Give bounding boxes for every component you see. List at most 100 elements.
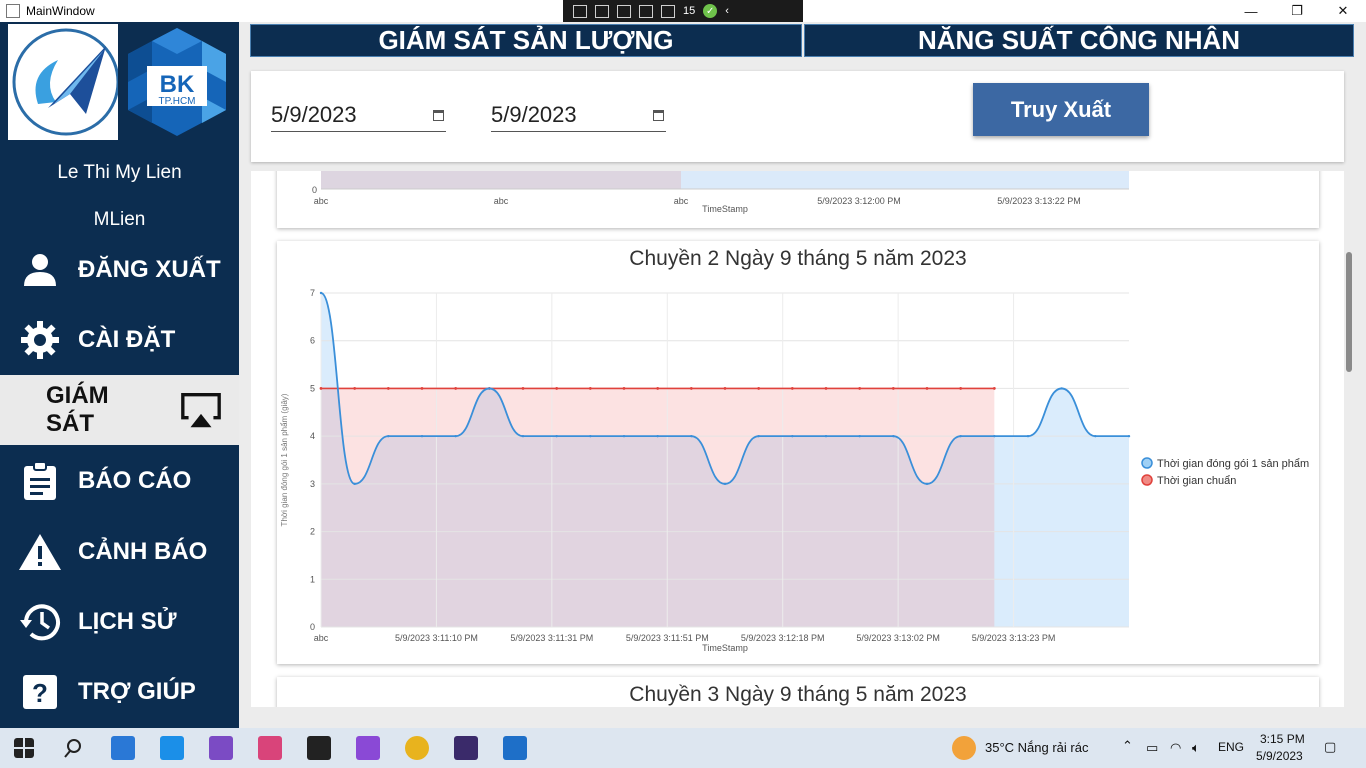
- nav-monitoring[interactable]: GIÁM SÁT: [0, 375, 239, 445]
- clipboard-icon: [18, 459, 62, 503]
- y-tick-label: 3: [310, 479, 315, 489]
- series-1-point: [319, 291, 323, 295]
- minimize-button[interactable]: —: [1228, 0, 1274, 22]
- gear-icon: [18, 318, 62, 362]
- hot-reload-icon[interactable]: [661, 4, 675, 18]
- windows-start-icon[interactable]: [14, 738, 34, 758]
- stack-app-icon[interactable]: [258, 736, 282, 760]
- nav-logout[interactable]: ĐĂNG XUẤT: [0, 235, 239, 305]
- clock-date[interactable]: 5/9/2023: [1256, 749, 1303, 763]
- nav-alert-label: CẢNH BÁO: [78, 538, 208, 565]
- maximize-button[interactable]: ❐: [1274, 0, 1320, 22]
- nav-history[interactable]: LỊCH SỬ: [0, 587, 239, 657]
- series-1-point: [824, 434, 828, 438]
- series-2-point: [353, 387, 357, 390]
- display-layout-icon[interactable]: [595, 4, 609, 18]
- series-2-point: [858, 387, 862, 390]
- running-app-icon[interactable]: [503, 736, 527, 760]
- debug-toolbar: 15 ✓ ‹: [563, 0, 803, 22]
- volume-icon[interactable]: 🔈︎: [1192, 740, 1200, 756]
- weather-text[interactable]: 35°C Nắng rải rác: [985, 740, 1088, 755]
- x-tick: 5/9/2023 3:13:22 PM: [997, 196, 1081, 206]
- series-2-point: [386, 387, 390, 390]
- nav-settings[interactable]: CÀI ĐẶT: [0, 305, 239, 375]
- weather-icon[interactable]: [952, 736, 976, 760]
- select-element-icon[interactable]: [573, 4, 587, 18]
- terminal-icon[interactable]: [454, 736, 478, 760]
- series-2-point: [521, 387, 525, 390]
- y-tick: 0: [312, 185, 317, 195]
- track-focus-icon[interactable]: [639, 4, 653, 18]
- clock-time[interactable]: 3:15 PM: [1260, 732, 1305, 746]
- x-tick-label: 5/9/2023 3:13:23 PM: [972, 633, 1056, 643]
- title-bar: MainWindow 15 ✓ ‹ — ❐ ✕: [0, 0, 1366, 22]
- y-tick-label: 4: [310, 431, 315, 441]
- series-1-point: [589, 434, 592, 438]
- x-tick: abc: [314, 196, 329, 206]
- user-id: MLien: [93, 209, 146, 230]
- to-date-value: 5/9/2023: [491, 102, 577, 127]
- x-axis-label: TimeStamp: [702, 204, 748, 214]
- close-button[interactable]: ✕: [1320, 0, 1366, 22]
- calendar-icon[interactable]: [433, 110, 444, 121]
- y-tick-label: 1: [310, 574, 315, 584]
- tab-output-monitoring[interactable]: GIÁM SÁT SẢN LƯỢNG: [250, 24, 802, 57]
- nav-settings-label: CÀI ĐẶT: [78, 326, 176, 353]
- svg-text:?: ?: [32, 678, 48, 708]
- series-1-point: [959, 434, 962, 438]
- x-tick: abc: [494, 196, 509, 206]
- nav-help-label: TRỢ GIÚP: [78, 678, 196, 705]
- series-1-point: [723, 482, 727, 486]
- series-1-point: [1127, 434, 1131, 438]
- filter-panel: 5/9/2023 5/9/2023 Truy Xuất: [251, 71, 1344, 162]
- nav-report-label: BÁO CÁO: [78, 467, 192, 494]
- language-indicator[interactable]: ENG: [1218, 740, 1244, 754]
- from-date-picker[interactable]: 5/9/2023: [271, 102, 446, 132]
- vscode-icon[interactable]: [160, 736, 184, 760]
- nav-report[interactable]: BÁO CÁO: [0, 446, 239, 516]
- series-2-point: [454, 387, 458, 390]
- query-button[interactable]: Truy Xuất: [973, 83, 1149, 136]
- tab-worker-productivity[interactable]: NĂNG SUẤT CÔNG NHÂN: [804, 24, 1354, 57]
- series-1-point: [387, 434, 390, 438]
- nav-alert[interactable]: CẢNH BÁO: [0, 517, 239, 587]
- y-tick-label: 6: [310, 336, 315, 346]
- vertical-scrollbar[interactable]: [1346, 252, 1352, 372]
- user-name: Le Thi My Lien: [57, 162, 182, 183]
- series-1-point: [555, 434, 558, 438]
- search-icon[interactable]: [62, 736, 86, 760]
- wifi-icon[interactable]: ◠: [1170, 740, 1181, 756]
- series-1-point: [622, 434, 626, 438]
- mail-icon[interactable]: [111, 736, 135, 760]
- media-app-icon[interactable]: [356, 736, 380, 760]
- from-date-value: 5/9/2023: [271, 102, 357, 127]
- to-date-picker[interactable]: 5/9/2023: [491, 102, 666, 132]
- legend-label: Thời gian đóng gói 1 sản phẩm: [1157, 458, 1309, 470]
- charts-scroll-area[interactable]: 0 abc abc abc 5/9/2023 3:12:00 PM 5/9/20…: [251, 171, 1344, 707]
- series-2-point: [689, 387, 693, 390]
- series-1-point: [454, 434, 457, 438]
- y-axis-label: Thời gian đóng gói 1 sản phẩm (giây): [280, 393, 289, 526]
- notification-icon[interactable]: ▢: [1324, 739, 1336, 755]
- tray-chevron-icon[interactable]: ⌃: [1122, 738, 1133, 754]
- series-1-point: [353, 482, 356, 486]
- battery-icon[interactable]: ▭: [1146, 740, 1158, 756]
- series-2-point: [622, 387, 626, 390]
- nav-help[interactable]: ? TRỢ GIÚP: [0, 657, 239, 727]
- calendar-icon[interactable]: [653, 110, 664, 121]
- x-tick-label: 5/9/2023 3:11:51 PM: [626, 633, 709, 643]
- series-1-point: [1060, 387, 1063, 390]
- binding-errors-count: 15: [683, 5, 696, 17]
- series-2-point: [824, 387, 828, 390]
- bk-logo-text: BK: [160, 71, 195, 98]
- chrome-icon[interactable]: [405, 736, 429, 760]
- collapse-chevron-icon[interactable]: ‹: [725, 5, 729, 17]
- visual-studio-icon[interactable]: [209, 736, 233, 760]
- series-2-point: [959, 387, 963, 390]
- x-axis-label: TimeStamp: [702, 643, 748, 653]
- nav-logout-label: ĐĂNG XUẤT: [78, 256, 221, 283]
- series-2-point: [992, 387, 996, 390]
- series-2-area: [321, 388, 995, 627]
- pointer-icon[interactable]: [617, 4, 631, 18]
- sticky-app-icon[interactable]: [307, 736, 331, 760]
